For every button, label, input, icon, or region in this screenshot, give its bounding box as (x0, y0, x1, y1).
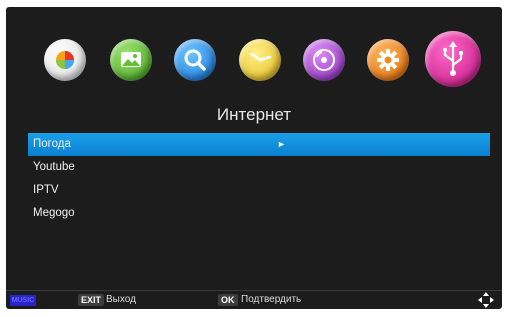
menu-item-youtube[interactable]: Youtube (28, 156, 490, 179)
search-icon[interactable] (174, 39, 216, 81)
menu-item-megogo[interactable]: Megogo (28, 202, 490, 225)
menu-item-iptv[interactable]: IPTV (28, 179, 490, 202)
exit-key-badge[interactable]: EXIT (78, 294, 105, 306)
internet-menu: Погода ► Youtube IPTV Megogo (28, 133, 490, 225)
menu-item-label: Youtube (33, 161, 75, 173)
navigation-arrows-icon (478, 292, 494, 308)
menu-item-label: Megogo (33, 207, 75, 219)
menu-item-label: Погода (33, 138, 71, 150)
exit-label: Выход (106, 294, 136, 305)
music-badge: MUSIC (10, 295, 36, 306)
settings-gear-icon[interactable] (367, 39, 409, 81)
play-arrow-icon: ► (277, 139, 286, 149)
app-icon-row (6, 7, 502, 97)
ok-key-badge[interactable]: OK (218, 294, 238, 306)
usb-icon[interactable] (425, 31, 481, 87)
clock-icon[interactable] (239, 39, 281, 81)
gallery-icon[interactable] (110, 39, 152, 81)
page-title: Интернет (216, 105, 292, 124)
menu-item-weather[interactable]: Погода ► (28, 133, 490, 156)
tv-screen: Интернет Погода ► Youtube IPTV Megogo MU… (6, 7, 502, 309)
photos-icon[interactable] (44, 39, 86, 81)
music-disc-icon[interactable] (303, 39, 345, 81)
menu-item-label: IPTV (33, 184, 59, 196)
ok-label: Подтвердить (241, 294, 302, 305)
footer-bar: MUSIC EXIT Выход OK Подтвердить (6, 291, 502, 309)
